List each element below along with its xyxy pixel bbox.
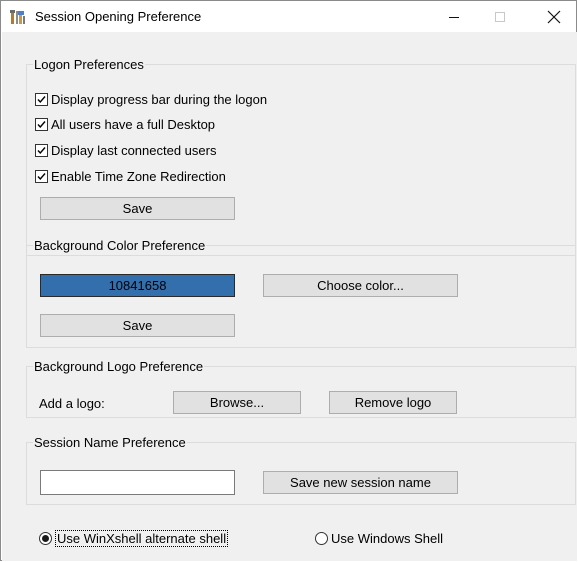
maximize-icon (495, 11, 505, 22)
check-icon (37, 95, 46, 103)
check-icon (37, 172, 46, 180)
radio-windows-shell[interactable]: Use Windows Shell (315, 529, 443, 547)
logon-preferences-group: Logon Preferences Display progress bar d… (26, 58, 576, 256)
save-session-name-button[interactable]: Save new session name (263, 471, 458, 494)
session-name-input[interactable] (40, 470, 235, 495)
session-name-legend: Session Name Preference (34, 435, 186, 450)
choose-color-button[interactable]: Choose color... (263, 274, 458, 297)
checkbox-box[interactable] (35, 143, 48, 157)
background-logo-legend: Background Logo Preference (34, 359, 204, 374)
close-button[interactable] (531, 1, 577, 32)
background-logo-group: Background Logo Preference Add a logo: B… (26, 360, 576, 418)
minimize-button[interactable] (431, 1, 477, 32)
color-value-field[interactable]: 10841658 (40, 274, 235, 297)
checkbox-box[interactable] (35, 92, 48, 106)
window-title: Session Opening Preference (35, 9, 202, 24)
add-logo-label: Add a logo: (39, 396, 105, 411)
background-color-group: Background Color Preference 10841658 Cho… (26, 239, 576, 348)
close-icon (547, 10, 561, 23)
dialog-client-area: Logon Preferences Display progress bar d… (2, 32, 577, 561)
title-bar[interactable]: Session Opening Preference (1, 1, 576, 32)
session-name-group: Session Name Preference Save new session… (26, 436, 576, 505)
remove-logo-button[interactable]: Remove logo (329, 391, 457, 414)
logon-preferences-legend: Logon Preferences (34, 57, 144, 72)
app-tools-icon (10, 9, 26, 25)
checkbox-last-connected-users[interactable]: Display last connected users (35, 141, 216, 159)
checkbox-label: All users have a full Desktop (51, 116, 216, 132)
radio-button[interactable] (39, 531, 52, 545)
radio-label: Use Windows Shell (331, 530, 443, 546)
check-icon (37, 146, 46, 154)
check-icon (37, 120, 46, 128)
color-save-button[interactable]: Save (40, 314, 235, 337)
checkbox-label: Display last connected users (51, 142, 217, 158)
browse-button[interactable]: Browse... (173, 391, 301, 414)
minimize-icon (449, 16, 459, 18)
radio-button[interactable] (315, 531, 328, 545)
dialog-window: Session Opening Preference Logon Prefere… (0, 0, 577, 561)
checkbox-label: Display progress bar during the logon (51, 91, 268, 107)
radio-label: Use WinXshell alternate shell (55, 529, 229, 547)
checkbox-label: Enable Time Zone Redirection (51, 168, 226, 184)
background-color-legend: Background Color Preference (34, 238, 206, 253)
checkbox-box[interactable] (35, 169, 48, 183)
radio-selected-dot (42, 534, 49, 542)
radio-winxshell[interactable]: Use WinXshell alternate shell (39, 529, 229, 547)
checkbox-full-desktop[interactable]: All users have a full Desktop (35, 115, 215, 133)
logon-save-button[interactable]: Save (40, 197, 235, 220)
checkbox-time-zone-redirection[interactable]: Enable Time Zone Redirection (35, 167, 226, 185)
maximize-button[interactable] (477, 1, 523, 32)
checkbox-progress-bar[interactable]: Display progress bar during the logon (35, 90, 267, 108)
checkbox-box[interactable] (35, 117, 48, 131)
